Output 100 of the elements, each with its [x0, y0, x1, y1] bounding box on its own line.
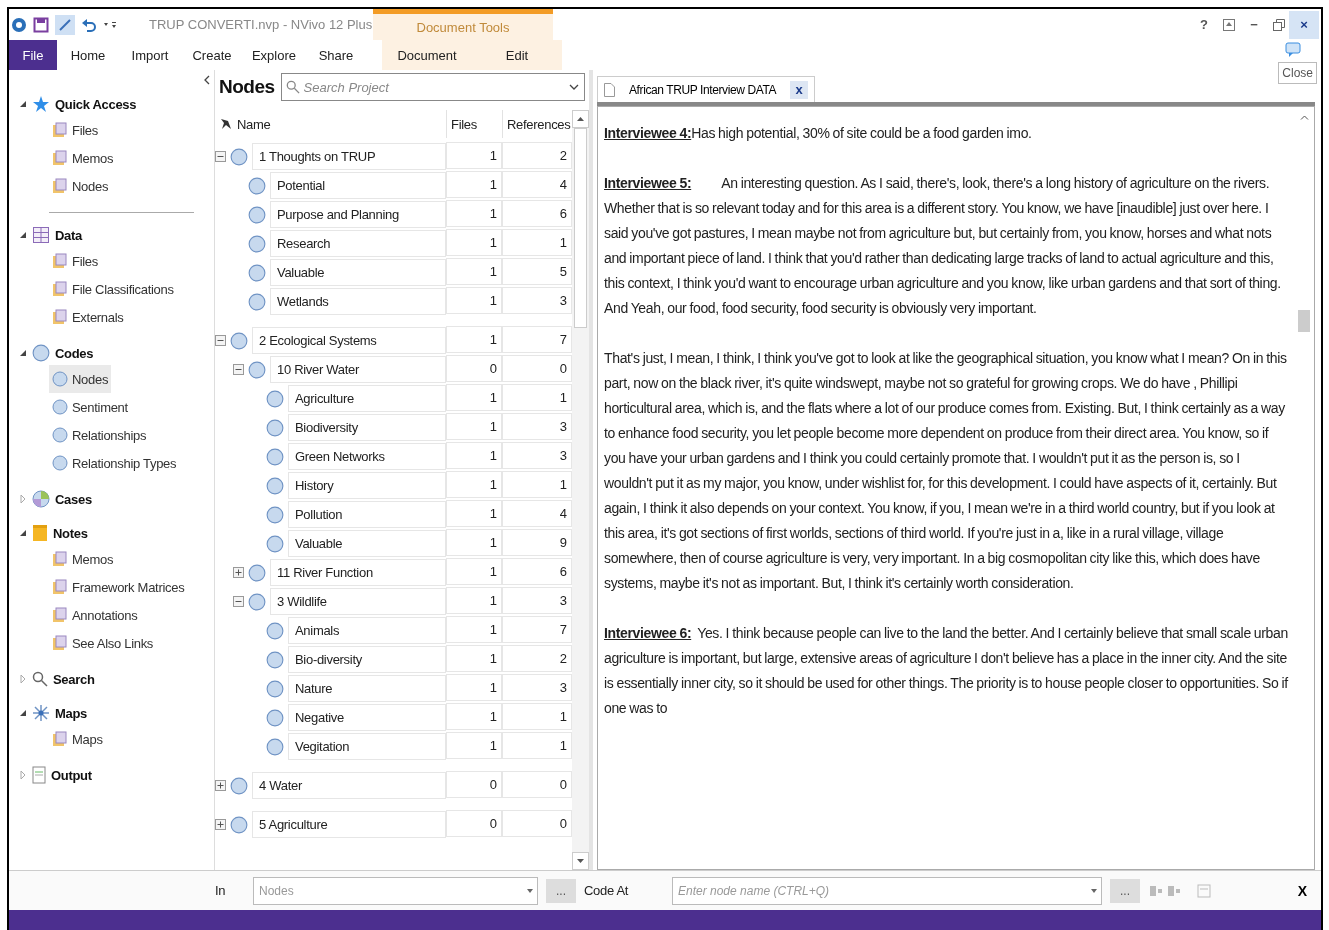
column-header[interactable]: References — [507, 116, 571, 132]
node-name[interactable]: Research — [270, 230, 446, 257]
node-name[interactable]: 3 Wildlife — [270, 588, 446, 615]
node-name[interactable]: Valuable — [288, 530, 446, 557]
nav-section[interactable]: Notes — [53, 525, 88, 541]
nav-item[interactable]: Nodes — [49, 365, 112, 393]
ribbon-tab[interactable]: File — [9, 40, 57, 70]
ribbon-tab[interactable]: Import — [119, 40, 181, 70]
ribbon-tab[interactable]: Create — [181, 40, 243, 70]
node-name[interactable]: Nature — [288, 675, 446, 702]
node-name[interactable]: 10 River Water — [270, 356, 446, 383]
nav-item[interactable]: Externals — [49, 303, 127, 331]
close-tab-button[interactable]: x — [790, 80, 809, 99]
nav-item[interactable]: File Classifications — [49, 275, 177, 303]
expand-icon[interactable] — [215, 780, 226, 791]
node-name[interactable]: Biodiversity — [288, 414, 446, 441]
node-name[interactable]: 1 Thoughts on TRUP — [252, 143, 446, 170]
nav-section[interactable]: Output — [51, 767, 92, 783]
scroll-up-icon[interactable] — [577, 117, 584, 121]
node-name[interactable]: Pollution — [288, 501, 446, 528]
dropdown-icon[interactable] — [527, 888, 533, 893]
nav-section[interactable]: Cases — [55, 491, 92, 507]
node-name[interactable]: Green Networks — [288, 443, 446, 470]
node-name[interactable]: Negative — [288, 704, 446, 731]
nav-section[interactable]: Codes — [55, 345, 94, 361]
expand-icon[interactable] — [215, 819, 226, 830]
node-name[interactable]: 4 Water — [252, 772, 446, 799]
collapse-icon[interactable] — [215, 151, 226, 162]
nav-item[interactable]: Relationships — [49, 421, 150, 449]
node-name[interactable]: Bio-diversity — [288, 646, 446, 673]
nav-section[interactable]: Quick Access — [55, 96, 137, 112]
collapse-triangle-icon[interactable] — [19, 709, 27, 717]
ribbon-tab[interactable]: Share — [305, 40, 367, 70]
nav-item[interactable]: Files — [49, 247, 101, 275]
dropdown-icon[interactable] — [103, 19, 117, 30]
collapse-icon[interactable] — [215, 335, 226, 346]
app-icon[interactable] — [11, 16, 27, 33]
nav-item[interactable]: Relationship Types — [49, 449, 180, 477]
nav-item[interactable]: Memos — [49, 545, 117, 573]
pen-icon[interactable] — [55, 14, 75, 35]
nav-item[interactable]: Sentiment — [49, 393, 131, 421]
node-name[interactable]: Agriculture — [288, 385, 446, 412]
undo-icon[interactable] — [81, 16, 97, 33]
ribbon-tab[interactable]: Edit — [472, 40, 562, 70]
nav-section[interactable]: Data — [55, 227, 82, 243]
ribbon-tab[interactable]: Home — [57, 40, 119, 70]
collapse-triangle-icon[interactable] — [19, 231, 27, 239]
collapse-triangle-icon[interactable] — [19, 100, 27, 108]
expand-icon[interactable] — [233, 567, 244, 578]
node-name[interactable]: Valuable — [270, 259, 446, 286]
nav-item[interactable]: Annotations — [49, 601, 141, 629]
search-field[interactable]: Search Project — [280, 73, 585, 101]
node-name[interactable]: 2 Ecological Systems — [252, 327, 446, 354]
collapse-triangle-icon[interactable] — [19, 529, 27, 537]
dropdown-icon[interactable] — [1091, 888, 1097, 893]
close-button[interactable]: X — [1291, 881, 1313, 900]
nav-section[interactable]: Maps — [55, 705, 88, 721]
browse-button[interactable]: ... — [1110, 878, 1140, 903]
node-name[interactable]: 5 Agriculture — [252, 811, 446, 838]
nav-section[interactable]: Search — [53, 671, 95, 687]
chevron-down-icon[interactable] — [569, 84, 579, 90]
ribbon-options-icon[interactable] — [1223, 18, 1235, 31]
save-icon[interactable] — [33, 16, 49, 33]
nav-item[interactable]: Files — [49, 116, 101, 144]
scroll-thumb[interactable] — [1298, 310, 1310, 332]
collapse-icon[interactable] — [233, 596, 244, 607]
node-name[interactable]: Potential — [270, 172, 446, 199]
node-name[interactable]: Purpose and Planning — [270, 201, 446, 228]
in-field[interactable]: Nodes — [253, 876, 538, 905]
node-name[interactable]: Animals — [288, 617, 446, 644]
node-name[interactable]: Vegitation — [288, 733, 446, 760]
nav-item[interactable]: Nodes — [49, 172, 112, 200]
document-tab-title[interactable]: African TRUP Interview DATA — [629, 82, 777, 97]
nav-item[interactable]: Memos — [49, 144, 117, 172]
in-label: In — [215, 883, 227, 898]
ribbon-tab[interactable]: Explore — [243, 40, 305, 70]
column-header[interactable]: Name — [237, 116, 271, 132]
collapse-triangle-icon[interactable] — [19, 349, 27, 357]
node-name[interactable]: 11 River Function — [270, 559, 446, 586]
scrollbar[interactable] — [572, 110, 589, 870]
restore-icon[interactable] — [1273, 18, 1285, 31]
collapse-icon[interactable] — [204, 75, 210, 85]
code-at-field[interactable]: Enter node name (CTRL+Q) — [672, 876, 1102, 905]
help-button[interactable]: ? — [1189, 10, 1219, 39]
browse-button[interactable]: ... — [546, 878, 576, 903]
nav-item[interactable]: See Also Links — [49, 629, 157, 657]
scroll-down-icon[interactable] — [577, 859, 584, 863]
document-tab[interactable]: African TRUP Interview DATA x — [597, 76, 816, 102]
nav-item[interactable]: Maps — [49, 725, 106, 753]
folder-icon — [52, 635, 68, 651]
ribbon-tab[interactable]: Document — [382, 40, 472, 70]
scroll-thumb[interactable] — [574, 128, 587, 328]
minimize-button[interactable]: − — [1239, 10, 1269, 39]
close-button[interactable]: × — [1289, 10, 1319, 39]
nav-item[interactable]: Framework Matrices — [49, 573, 188, 601]
node-name[interactable]: History — [288, 472, 446, 499]
column-header[interactable]: Files — [451, 116, 477, 132]
collapse-icon[interactable] — [233, 364, 244, 375]
node-name[interactable]: Wetlands — [270, 288, 446, 315]
comment-icon[interactable] — [1285, 42, 1301, 58]
